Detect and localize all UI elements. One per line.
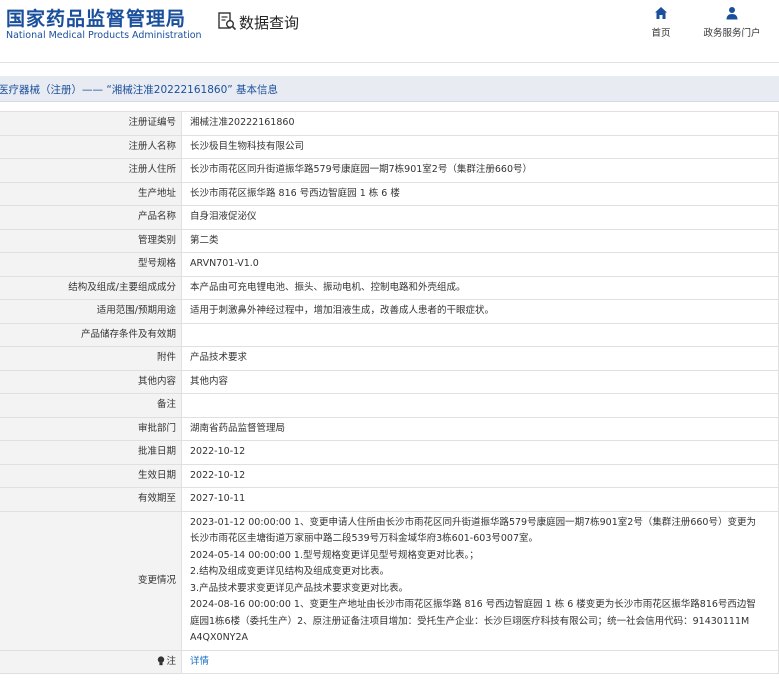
home-icon bbox=[655, 7, 667, 19]
table-row-note: 注 详情 bbox=[0, 649, 779, 674]
row-label: 注册证编号 bbox=[0, 111, 182, 136]
nav-home[interactable]: 首页 bbox=[631, 6, 691, 39]
changes-value: 2023-01-12 00:00:00 1、变更申请人住所由长沙市雨花区同升街道… bbox=[181, 510, 779, 651]
table-row: 其他内容 其他内容 bbox=[0, 369, 779, 394]
user-icon bbox=[726, 7, 738, 20]
table-row: 批准日期 2022-10-12 bbox=[0, 440, 779, 465]
table-row: 备注 bbox=[0, 393, 779, 418]
change-line: 2023-01-12 00:00:00 1、变更申请人住所由长沙市雨花区同升街道… bbox=[190, 516, 756, 528]
site-header: 国家药品监督管理局 National Medical Products Admi… bbox=[0, 0, 779, 62]
row-value: 长沙市雨花区振华路 816 号西边智庭园 1 栋 6 楼 bbox=[181, 181, 779, 206]
row-value: 湘械注准20222161860 bbox=[181, 111, 779, 136]
breadcrumb: 医疗器械（注册）—— “湘械注准20222161860” 基本信息 bbox=[0, 76, 779, 102]
row-label: 型号规格 bbox=[0, 252, 182, 277]
row-label: 审批部门 bbox=[0, 416, 182, 441]
change-line: 庭园1栋6楼（委托生产）2、原注册证备注项目增加：受托生产企业：长沙巨翊医疗科技… bbox=[190, 615, 750, 627]
row-label: 有效期至 bbox=[0, 487, 182, 512]
note-value: 详情 bbox=[181, 649, 779, 674]
table-row-changes: 变更情况 2023-01-12 00:00:00 1、变更申请人住所由长沙市雨花… bbox=[0, 510, 779, 651]
nav-home-label: 首页 bbox=[651, 28, 671, 39]
row-label: 生效日期 bbox=[0, 463, 182, 488]
change-line: 2.结构及组成变更详见结构及组成变更对比表。 bbox=[190, 566, 390, 577]
row-value bbox=[181, 393, 779, 418]
row-label: 批准日期 bbox=[0, 440, 182, 465]
breadcrumb-text: 医疗器械（注册）—— “湘械注准20222161860” 基本信息 bbox=[0, 84, 279, 96]
table-row: 生产地址 长沙市雨花区振华路 816 号西边智庭园 1 栋 6 楼 bbox=[0, 181, 779, 206]
change-line: 长沙市雨花区圭塘街道万家丽中路二段539号万科金域华府3栋601-603号007… bbox=[190, 533, 539, 544]
data-query-icon bbox=[218, 12, 237, 31]
row-value: 其他内容 bbox=[181, 369, 779, 394]
row-label: 产品储存条件及有效期 bbox=[0, 322, 182, 347]
table-row: 型号规格 ARVN701-V1.0 bbox=[0, 252, 779, 277]
row-value: 长沙市雨花区同升街道振华路579号康庭园一期7栋901室2号（集群注册660号） bbox=[181, 158, 779, 183]
change-line: 2024-08-16 00:00:00 1、变更生产地址由长沙市雨花区振华路 8… bbox=[190, 599, 756, 610]
change-line: A4QX0NY2A bbox=[190, 632, 249, 643]
site-logo-en[interactable]: National Medical Products Administration bbox=[6, 30, 202, 41]
row-value: 适用于刺激鼻外神经过程中，增加泪液生成，改善成人患者的干眼症状。 bbox=[181, 299, 779, 324]
row-value: 自身泪液促泌仪 bbox=[181, 205, 779, 230]
row-value: 第二类 bbox=[181, 228, 779, 253]
lightbulb-icon bbox=[158, 656, 165, 665]
table-row: 有效期至 2027-10-11 bbox=[0, 487, 779, 512]
row-value: 本产品由可充电锂电池、振头、振动电机、控制电路和外壳组成。 bbox=[181, 275, 779, 300]
header-divider bbox=[0, 62, 779, 63]
table-row: 注册证编号 湘械注准20222161860 bbox=[0, 111, 779, 136]
registration-info-table: 注册证编号 湘械注准20222161860 注册人名称 长沙极目生物科技有限公司… bbox=[0, 111, 779, 674]
note-label: 注 bbox=[0, 649, 182, 674]
change-line: 3.产品技术要求变更详见产品技术要求变更对比表。 bbox=[190, 582, 409, 594]
row-label: 管理类别 bbox=[0, 228, 182, 253]
row-value: 产品技术要求 bbox=[181, 346, 779, 371]
table-row: 管理类别 第二类 bbox=[0, 228, 779, 253]
row-value bbox=[181, 322, 779, 347]
row-label: 变更情况 bbox=[0, 510, 182, 651]
table-row: 适用范围/预期用途 适用于刺激鼻外神经过程中，增加泪液生成，改善成人患者的干眼症… bbox=[0, 299, 779, 324]
table-row: 注册人名称 长沙极目生物科技有限公司 bbox=[0, 134, 779, 159]
page-title: 数据查询 bbox=[239, 14, 300, 32]
row-value: 湖南省药品监督管理局 bbox=[181, 416, 779, 441]
row-label: 产品名称 bbox=[0, 205, 182, 230]
row-value: 长沙极目生物科技有限公司 bbox=[181, 134, 779, 159]
row-value: 2027-10-11 bbox=[181, 487, 779, 512]
table-row: 审批部门 湖南省药品监督管理局 bbox=[0, 416, 779, 441]
table-row: 生效日期 2022-10-12 bbox=[0, 463, 779, 488]
row-label: 附件 bbox=[0, 346, 182, 371]
row-label: 注册人名称 bbox=[0, 134, 182, 159]
table-row: 产品名称 自身泪液促泌仪 bbox=[0, 205, 779, 230]
table-row: 结构及组成/主要组成成分 本产品由可充电锂电池、振头、振动电机、控制电路和外壳组… bbox=[0, 275, 779, 300]
row-label: 备注 bbox=[0, 393, 182, 418]
row-value: 2022-10-12 bbox=[181, 440, 779, 465]
table-row: 产品储存条件及有效期 bbox=[0, 322, 779, 347]
row-label: 注册人住所 bbox=[0, 158, 182, 183]
nav-service-label: 政务服务门户 bbox=[703, 28, 761, 39]
table-row: 附件 产品技术要求 bbox=[0, 346, 779, 371]
table-row: 注册人住所 长沙市雨花区同升街道振华路579号康庭园一期7栋901室2号（集群注… bbox=[0, 158, 779, 183]
row-label: 适用范围/预期用途 bbox=[0, 299, 182, 324]
row-value: ARVN701-V1.0 bbox=[181, 252, 779, 277]
site-logo-cn[interactable]: 国家药品监督管理局 bbox=[6, 4, 186, 31]
nav-service-portal[interactable]: 政务服务门户 bbox=[702, 6, 762, 39]
row-label: 其他内容 bbox=[0, 369, 182, 394]
detail-link[interactable]: 详情 bbox=[190, 656, 209, 667]
change-line: 2024-05-14 00:00:00 1.型号规格变更详见型号规格变更对比表。… bbox=[190, 549, 479, 561]
row-label: 结构及组成/主要组成成分 bbox=[0, 275, 182, 300]
note-label-text: 注 bbox=[166, 655, 176, 667]
row-value: 2022-10-12 bbox=[181, 463, 779, 488]
row-label: 生产地址 bbox=[0, 181, 182, 206]
